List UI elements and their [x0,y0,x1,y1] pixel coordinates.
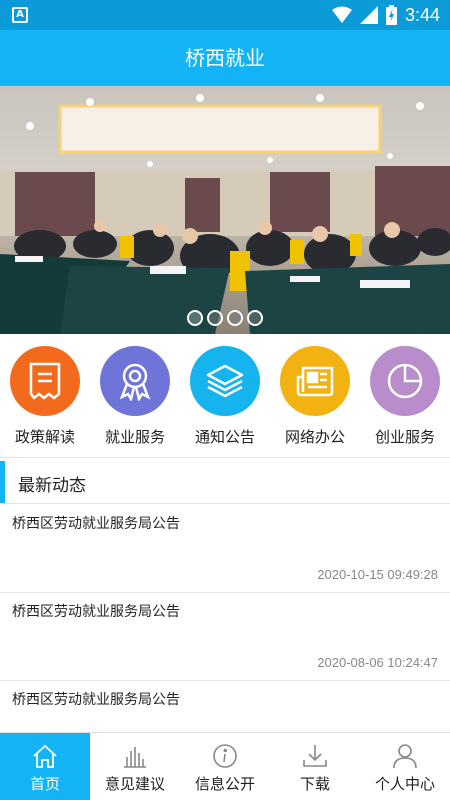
news-title: 桥西区劳动就业服务局公告 [12,692,180,708]
carousel-indicators [0,310,450,326]
nav-label: 下载 [299,775,330,793]
bar-chart-icon [124,747,146,768]
download-icon [303,745,327,767]
menu-label: 就业服务 [104,428,165,446]
nav-label: 意见建议 [104,775,165,793]
status-time: 3:44 [404,4,440,25]
nav-feedback[interactable]: 意见建议 [90,733,180,800]
carousel-dot[interactable] [247,310,263,326]
nav-label: 个人中心 [374,775,435,793]
news-list-item[interactable]: 桥西区劳动就业服务局公告 2020-08-06 10:24:47 [0,593,450,681]
pie-chart-icon [370,346,440,416]
news-list-item[interactable]: 桥西区劳动就业服务局公告 2020-10-15 09:49:28 [0,505,450,593]
user-icon [393,744,417,769]
page-title: 桥西就业 [185,46,265,70]
carousel-dot[interactable] [227,310,243,326]
news-section-header: 最新动态 [0,460,450,504]
wifi-icon [331,6,352,23]
info-icon [213,744,237,768]
menu-label: 政策解读 [14,428,75,446]
nav-home[interactable]: 首页 [0,733,90,800]
status-icons: 3:44 [331,4,440,26]
section-title: 最新动态 [18,476,86,496]
section-accent-bar [0,461,5,503]
menu-item-policy[interactable]: 政策解读 [0,334,90,458]
quick-menu: 政策解读 就业服务 通知公告 网络办公 创业服务 [0,334,450,458]
layers-icon [190,346,260,416]
nav-label: 首页 [29,775,60,793]
home-icon [33,744,57,768]
document-icon [10,346,80,416]
menu-item-entrepreneurship[interactable]: 创业服务 [360,334,450,458]
app-notification-icon: A [12,7,28,23]
news-date: 2020-08-06 10:24:47 [317,655,438,670]
nav-profile[interactable]: 个人中心 [360,733,450,800]
menu-item-notices[interactable]: 通知公告 [180,334,270,458]
carousel-dot[interactable] [207,310,223,326]
nav-download[interactable]: 下载 [270,733,360,800]
menu-label: 创业服务 [374,428,435,446]
menu-label: 通知公告 [194,428,255,446]
banner-carousel[interactable] [0,86,450,334]
nav-info-disclosure[interactable]: 信息公开 [180,733,270,800]
newspaper-icon [280,346,350,416]
menu-item-online-office[interactable]: 网络办公 [270,334,360,458]
news-title: 桥西区劳动就业服务局公告 [12,516,180,532]
nav-label: 信息公开 [194,775,255,793]
carousel-dot[interactable] [187,310,203,326]
battery-icon [385,5,397,25]
status-bar: A 3:44 [0,0,450,30]
banner-image [0,86,450,334]
news-date: 2020-10-15 09:49:28 [317,567,438,582]
signal-icon [359,6,378,24]
award-ribbon-icon [100,346,170,416]
news-title: 桥西区劳动就业服务局公告 [12,604,180,620]
bottom-nav: 首页 意见建议 信息公开 下载 个人中心 [0,732,450,800]
app-header: 桥西就业 [0,30,450,86]
menu-item-employment[interactable]: 就业服务 [90,334,180,458]
menu-label: 网络办公 [284,428,345,446]
